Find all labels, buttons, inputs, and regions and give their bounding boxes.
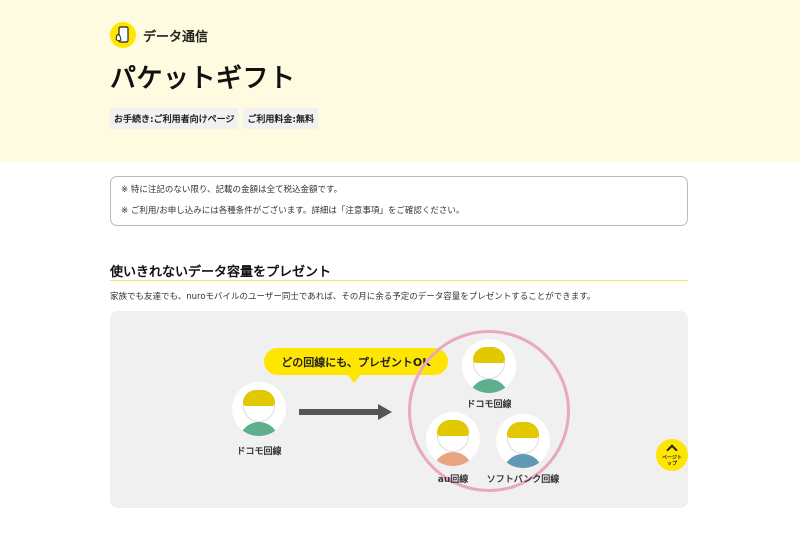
tag-fee: ご利用料金:無料 <box>243 108 319 129</box>
arrow-head-icon <box>378 404 392 420</box>
page-top-button[interactable]: ページトップ <box>656 439 688 471</box>
page-top-label: ページトップ <box>662 455 682 467</box>
section-description: 家族でも友達でも、nuroモバイルのユーザー同士であれば、その月に余る予定のデー… <box>110 292 596 302</box>
phone-hand-icon <box>110 22 136 48</box>
notice-line: ※ ご利用/お申し込みには各種条件がございます。詳細は「注意事項」をご確認くださ… <box>121 206 465 216</box>
softbank-label: ソフトバンク回線 <box>486 475 560 485</box>
notice-line: ※ 特に注記のない限り、記載の金額は全て税込金額です。 <box>121 185 343 195</box>
section-title: 使いきれないデータ容量をプレゼント <box>110 265 332 280</box>
category-label: データ通信 <box>143 29 209 45</box>
sender-label: ドコモ回線 <box>236 447 282 457</box>
notice-box: ※ 特に注記のない限り、記載の金額は全て税込金額です。 ※ ご利用/お申し込みに… <box>110 176 688 226</box>
gift-illustration: どの回線にも、プレゼントOK ドコモ回線 ドコモ回線 au回線 ソフトバンク回線 <box>110 311 688 508</box>
category: データ通信 <box>110 22 208 48</box>
au-avatar-icon <box>426 412 480 466</box>
chevron-up-icon <box>666 444 678 456</box>
bubble-text: どの回線にも、プレゼントOK <box>281 355 431 369</box>
softbank-avatar-icon <box>496 414 550 468</box>
section-divider <box>110 280 688 281</box>
page-header: データ通信 パケットギフト お手続き:ご利用者向けページ ご利用料金:無料 <box>0 0 800 162</box>
docomo-avatar-icon <box>462 339 516 393</box>
tag-procedure: お手続き:ご利用者向けページ <box>110 108 239 129</box>
tag-list: お手続き:ご利用者向けページ ご利用料金:無料 <box>110 108 319 129</box>
docomo-label: ドコモ回線 <box>466 400 512 410</box>
page-title: パケットギフト <box>110 64 296 94</box>
arrow-icon <box>299 409 381 415</box>
sender-avatar-icon <box>232 382 286 436</box>
